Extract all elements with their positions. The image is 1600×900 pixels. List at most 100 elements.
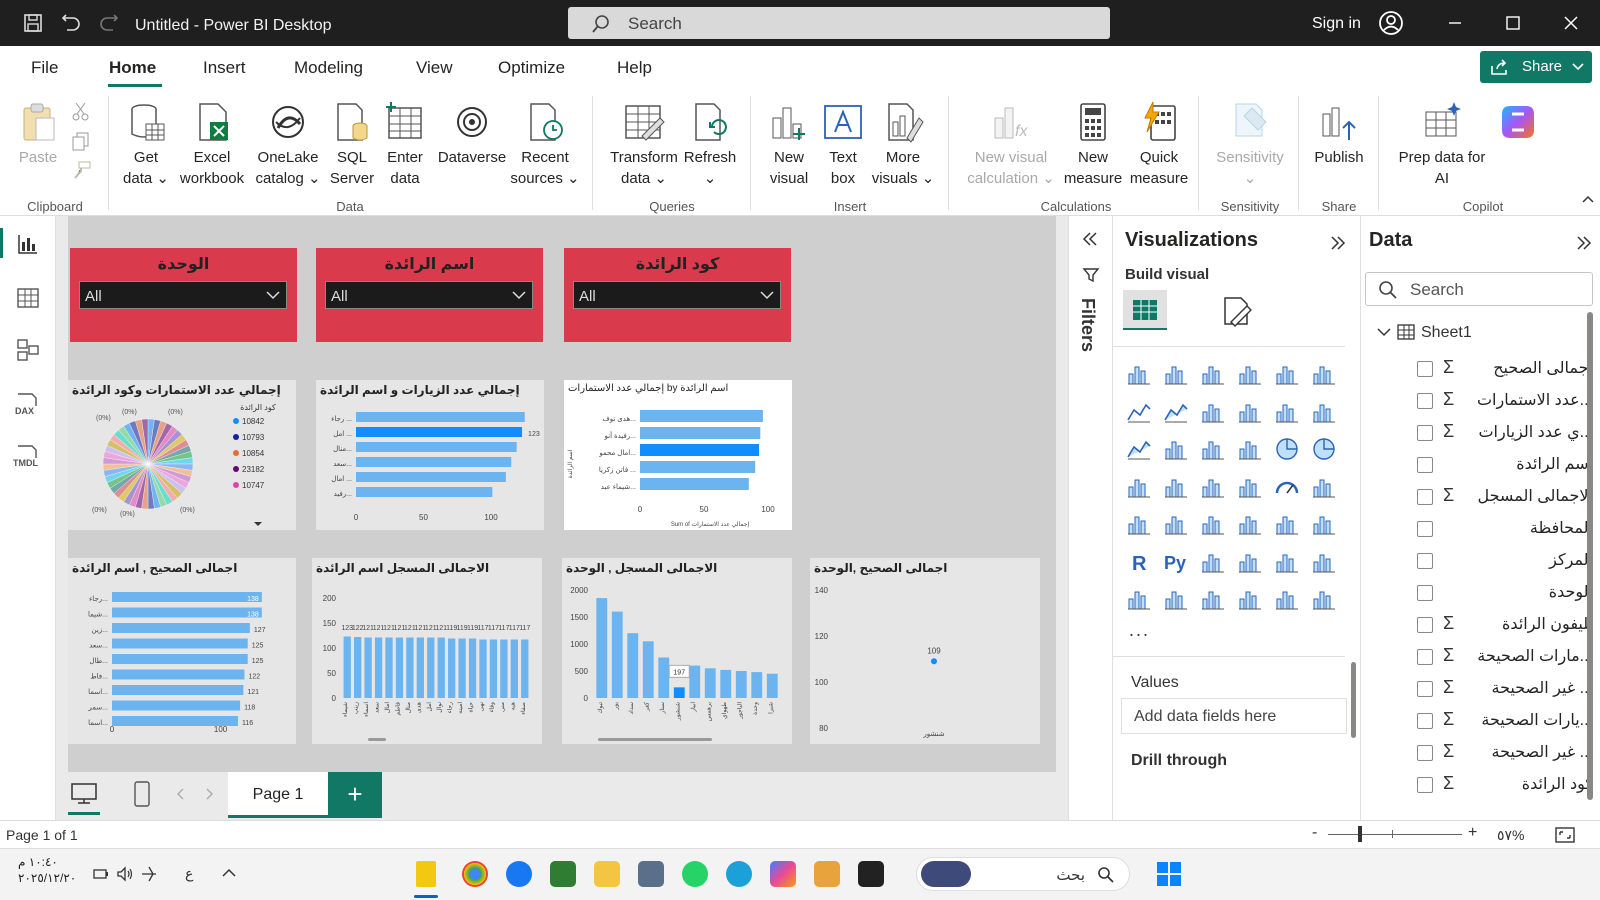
new-measure-button[interactable]: New measure — [1060, 100, 1126, 189]
expand-filters-icon[interactable] — [1081, 230, 1099, 248]
collapse-ribbon-icon[interactable] — [1582, 194, 1594, 204]
100-bar-visual-icon[interactable] — [1273, 360, 1301, 388]
field-item[interactable]: المركز — [1417, 546, 1597, 574]
app-taskbar-icon[interactable] — [814, 861, 840, 887]
power-apps-visual-icon[interactable] — [1199, 585, 1227, 613]
decomposition-visual-icon[interactable] — [1236, 548, 1264, 576]
zoom-level[interactable]: ٥٧% — [1497, 827, 1525, 844]
more-visuals-button[interactable]: More visuals ⌄ — [870, 100, 936, 189]
prev-page-icon[interactable] — [176, 788, 186, 800]
pane-scrollbar[interactable] — [1351, 662, 1356, 738]
field-item[interactable]: Σ ... غير الصحيحة — [1417, 674, 1597, 702]
transform-data-button[interactable]: Transform data ⌄ — [604, 100, 684, 189]
field-item[interactable]: الوحدة — [1417, 578, 1597, 606]
tray-clock[interactable]: ١٠:٤٠ م ٢٠٢٥/١٢/٢٠ — [18, 854, 76, 886]
slicer-unit[interactable]: الوحدة All — [70, 248, 297, 342]
page-tab[interactable]: Page 1 — [228, 772, 328, 818]
menu-file[interactable]: File — [31, 58, 58, 78]
matrix-visual-icon[interactable] — [1273, 510, 1301, 538]
model-view-icon[interactable] — [16, 338, 40, 362]
bar-chart[interactable]: رجاء... شيما... زين... سعد... طال... فاط... اس… — [68, 578, 296, 744]
collapse-pane-icon[interactable] — [1329, 234, 1347, 252]
zoom-slider-track[interactable] — [1328, 834, 1462, 835]
tmdl-view-icon[interactable]: TMDL — [12, 444, 44, 468]
map-visual-icon[interactable] — [1162, 473, 1190, 501]
field-item[interactable]: Σ ...مارات الصحيحة — [1417, 642, 1597, 670]
qa-visual-icon[interactable] — [1273, 548, 1301, 576]
dataverse-button[interactable]: Dataverse — [434, 100, 510, 168]
ribbon-visual-icon[interactable] — [1125, 435, 1153, 463]
whatsapp-taskbar-icon[interactable] — [682, 861, 708, 887]
network-icon[interactable] — [140, 865, 158, 883]
report-view-icon[interactable] — [16, 232, 40, 256]
save-icon[interactable] — [22, 12, 44, 34]
paginated-visual-icon[interactable] — [1162, 585, 1190, 613]
add-data-fields-dropzone[interactable]: Add data fields here — [1121, 698, 1347, 734]
slicer-dropdown[interactable]: All — [79, 281, 287, 309]
new-visual-button[interactable]: New visual — [766, 100, 812, 189]
gauge-visual-icon[interactable] — [1273, 473, 1301, 501]
r-script-visual-icon[interactable] — [1310, 510, 1338, 538]
field-checkbox[interactable] — [1417, 713, 1433, 729]
100-column-visual-icon[interactable] — [1310, 360, 1338, 388]
undo-icon[interactable] — [60, 12, 82, 34]
data-search-input[interactable]: Search — [1365, 272, 1593, 306]
more-visuals-ellipsis[interactable]: ... — [1129, 620, 1150, 641]
get-data-button[interactable]: Get data ⌄ — [116, 100, 176, 189]
field-checkbox[interactable] — [1417, 457, 1433, 473]
filters-pane-collapsed[interactable]: Filters — [1068, 216, 1112, 820]
recent-sources-button[interactable]: Recent sources ⌄ — [510, 100, 580, 189]
treemap-visual-icon[interactable] — [1125, 473, 1153, 501]
field-item[interactable]: Σ ...ي عدد الزيارات — [1417, 418, 1597, 446]
narrative-visual-icon[interactable] — [1310, 548, 1338, 576]
field-checkbox[interactable] — [1417, 553, 1433, 569]
format-painter-icon[interactable] — [70, 160, 92, 182]
menu-optimize[interactable]: Optimize — [498, 58, 565, 78]
onelake-catalog-button[interactable]: OneLake catalog ⌄ — [252, 100, 324, 189]
field-checkbox[interactable] — [1417, 745, 1433, 761]
desktop-layout-icon[interactable] — [70, 782, 98, 806]
app-taskbar-icon[interactable] — [858, 861, 884, 887]
global-search-input[interactable]: Search — [568, 7, 1110, 39]
battery-icon[interactable] — [92, 865, 110, 883]
quick-measure-button[interactable]: Quick measure — [1126, 100, 1192, 189]
goals-visual-icon[interactable] — [1125, 585, 1153, 613]
chevron-down-icon[interactable] — [1377, 326, 1391, 338]
table-visual-icon[interactable] — [1236, 510, 1264, 538]
redo-icon[interactable] — [98, 12, 120, 34]
stacked-bar-visual-icon[interactable] — [1125, 360, 1153, 388]
donut-visual-icon[interactable] — [1310, 435, 1338, 463]
visual-column-registered-by-name[interactable]: الاجمالى المسجل اسم الرائدة 0 50 100 150 200… — [312, 558, 542, 744]
edge-taskbar-icon[interactable] — [726, 861, 752, 887]
chrome-taskbar-icon[interactable] — [462, 861, 488, 887]
bar-chart[interactable]: رجاء ... امل ... منال... سعد... امال ... رفيد… — [316, 400, 544, 530]
field-item[interactable]: المحافظة — [1417, 514, 1597, 542]
zoom-in-button[interactable]: + — [1468, 824, 1477, 842]
field-item[interactable]: Σ ... غير الصحيحة — [1417, 738, 1597, 766]
field-item[interactable]: Σ ...عدد الاستمارات — [1417, 386, 1597, 414]
input-language[interactable]: ع — [185, 865, 193, 882]
table-sheet1[interactable]: Sheet1 — [1421, 324, 1472, 342]
menu-insert[interactable]: Insert — [203, 58, 246, 78]
power-automate-visual-icon[interactable] — [1236, 585, 1264, 613]
text-box-button[interactable]: Text box — [820, 100, 866, 189]
field-checkbox[interactable] — [1417, 777, 1433, 793]
r-visual-icon[interactable]: R — [1125, 548, 1153, 576]
column-chart[interactable]: 0 500 1000 1500 2000 تبوك بور سداد كفر سنار شنشور ا… — [562, 578, 792, 744]
sensitivity-button[interactable]: Sensitivity ⌄ — [1208, 100, 1292, 189]
zoom-slider-thumb[interactable] — [1358, 826, 1362, 842]
fit-to-page-icon[interactable] — [1554, 826, 1576, 844]
visual-scatter-correct-by-unit[interactable]: اجمالى الصحيح ,الوحدة 80 100 120 140 109 شنشو… — [810, 558, 1040, 744]
scatter-visual-icon[interactable] — [1236, 435, 1264, 463]
slicer-visual-icon[interactable] — [1199, 510, 1227, 538]
mobile-layout-icon[interactable] — [132, 780, 152, 808]
menu-modeling[interactable]: Modeling — [294, 58, 363, 78]
visual-bar-visits-by-name[interactable]: إجمالي عدد الزيارات و اسم الرائدة رجاء .… — [316, 380, 544, 530]
visual-pie-forms-by-code[interactable]: إجمالي عدد الاستمارات وكود الرائدة (0%)(… — [68, 380, 296, 530]
visual-column-registered-by-unit[interactable]: الاجمالى المسجل , الوحدة 0 500 1000 1500 200… — [562, 558, 792, 744]
facebook-taskbar-icon[interactable] — [506, 861, 532, 887]
share-button[interactable]: Share — [1480, 51, 1592, 83]
card-visual-icon[interactable] — [1310, 473, 1338, 501]
close-icon[interactable] — [1560, 12, 1582, 34]
menu-view[interactable]: View — [416, 58, 453, 78]
